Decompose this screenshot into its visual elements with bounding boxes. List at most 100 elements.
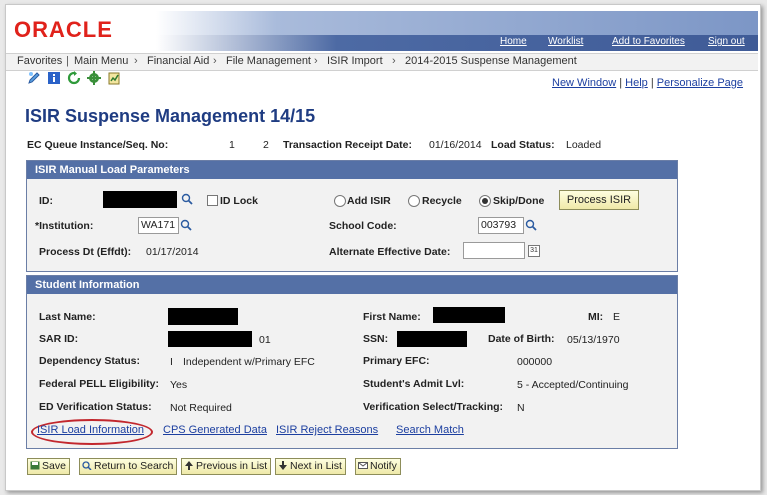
id-field-redacted[interactable]: [103, 191, 177, 208]
skip-done-radio[interactable]: [479, 195, 491, 207]
process-dt-label: Process Dt (Effdt):: [39, 246, 132, 258]
next-in-list-button[interactable]: Next in List: [275, 458, 346, 475]
alt-eff-date-label: Alternate Effective Date:: [329, 246, 451, 258]
previous-in-list-label: Previous in List: [196, 460, 268, 472]
refresh-icon[interactable]: [67, 71, 81, 85]
next-in-list-label: Next in List: [290, 460, 342, 472]
id-lock-checkbox[interactable]: [207, 195, 218, 206]
breadcrumb-isir-import[interactable]: ISIR Import: [327, 55, 383, 67]
manual-load-panel: ISIR Manual Load Parameters ID: ID Lock …: [26, 160, 678, 272]
arrow-down-icon: [279, 461, 287, 470]
last-name-redacted: [168, 308, 238, 325]
ed-verif-value: Not Required: [170, 402, 232, 414]
arrow-up-icon: [185, 461, 193, 470]
save-button[interactable]: Save: [27, 458, 70, 475]
search-icon[interactable]: [525, 219, 537, 231]
ssn-redacted: [397, 331, 467, 347]
home-link[interactable]: Home: [500, 36, 527, 47]
oracle-logo: ORACLE: [14, 17, 113, 42]
chevron-right-icon: ›: [213, 55, 217, 67]
dependency-value: Independent w/Primary EFC: [183, 356, 315, 368]
worklist-link[interactable]: Worklist: [548, 36, 583, 47]
add-to-favorites-link[interactable]: Add to Favorites: [612, 36, 685, 47]
student-info-panel: Student Information Last Name: First Nam…: [26, 275, 678, 449]
universal-nav: Home Worklist Add to Favorites Sign out: [156, 35, 758, 51]
pell-label: Federal PELL Eligibility:: [39, 378, 159, 390]
ec-queue-instance: 1: [229, 139, 235, 151]
verif-select-label: Verification Select/Tracking:: [363, 401, 504, 413]
browser-window: ORACLE Home Worklist Add to Favorites Si…: [5, 4, 761, 491]
process-dt-value: 01/17/2014: [146, 246, 199, 258]
institution-input[interactable]: WA171: [138, 217, 179, 234]
calendar-icon[interactable]: 31: [528, 245, 540, 257]
mi-value: E: [613, 311, 621, 323]
school-code-input[interactable]: 003793: [478, 217, 524, 234]
breadcrumb-financial-aid[interactable]: Financial Aid: [147, 55, 209, 67]
breadcrumb-separator: |: [66, 55, 69, 67]
pell-value: Yes: [170, 379, 188, 391]
page-title: ISIR Suspense Management 14/15: [25, 106, 316, 126]
receipt-date-label: Transaction Receipt Date:: [283, 139, 412, 151]
gear-icon[interactable]: [87, 71, 101, 85]
return-to-search-label: Return to Search: [94, 460, 174, 472]
dob-value: 05/13/1970: [567, 334, 620, 346]
previous-in-list-button[interactable]: Previous in List: [181, 458, 272, 475]
load-status-label: Load Status:: [491, 139, 555, 151]
cps-generated-data-link[interactable]: CPS Generated Data: [163, 424, 267, 436]
alt-eff-date-input[interactable]: [463, 242, 525, 259]
search-icon[interactable]: [180, 219, 192, 231]
id-lock-label: ID Lock: [220, 195, 258, 207]
dob-label: Date of Birth:: [488, 333, 555, 345]
load-status-value: Loaded: [566, 139, 602, 151]
help-link[interactable]: Help: [625, 77, 648, 89]
isir-load-information-link[interactable]: ISIR Load Information: [37, 424, 144, 436]
breadcrumb-main-menu[interactable]: Main Menu: [74, 55, 128, 67]
chevron-right-icon: ›: [392, 55, 396, 67]
skip-done-label: Skip/Done: [493, 195, 545, 207]
process-isir-button[interactable]: Process ISIR: [559, 190, 639, 210]
ec-queue-label: EC Queue Instance/Seq. No:: [27, 139, 169, 151]
dependency-code: I: [170, 356, 173, 368]
manual-load-header: ISIR Manual Load Parameters: [27, 161, 677, 179]
student-info-header: Student Information: [27, 276, 677, 294]
notify-label: Notify: [370, 460, 397, 472]
report-icon[interactable]: [107, 71, 121, 85]
primary-efc-value: 000000: [517, 356, 553, 368]
search-icon[interactable]: [181, 193, 193, 205]
notify-button[interactable]: Notify: [355, 458, 401, 475]
info-icon[interactable]: [47, 71, 61, 85]
breadcrumb-file-management[interactable]: File Management: [226, 55, 311, 67]
add-isir-radio[interactable]: [334, 195, 346, 207]
breadcrumb-favorites[interactable]: Favorites: [17, 55, 62, 67]
ed-verif-label: ED Verification Status:: [39, 401, 152, 413]
ssn-label: SSN:: [363, 333, 389, 345]
admit-lvl-label: Student's Admit Lvl:: [363, 378, 465, 390]
isir-reject-reasons-link[interactable]: ISIR Reject Reasons: [276, 424, 378, 436]
recycle-radio[interactable]: [408, 195, 420, 207]
personalize-page-link[interactable]: Personalize Page: [657, 77, 743, 89]
ec-queue-seq: 2: [263, 139, 269, 151]
search-match-link[interactable]: Search Match: [396, 424, 464, 436]
return-to-search-button[interactable]: Return to Search: [79, 458, 178, 475]
chevron-right-icon: ›: [134, 55, 138, 67]
sar-id-redacted: [168, 331, 252, 347]
verif-select-value: N: [517, 402, 525, 414]
edit-icon[interactable]: [27, 71, 41, 85]
save-label: Save: [42, 460, 66, 472]
breadcrumb: Favorites | Main Menu › Financial Aid › …: [6, 53, 758, 71]
mi-label: MI:: [588, 311, 604, 323]
id-label: ID:: [39, 195, 53, 207]
sign-out-link[interactable]: Sign out: [708, 36, 745, 47]
save-icon: [30, 461, 40, 470]
institution-label: *Institution:: [35, 220, 94, 232]
admit-lvl-value: 5 - Accepted/Continuing: [517, 379, 629, 391]
search-icon: [82, 461, 92, 470]
add-isir-label: Add ISIR: [347, 195, 391, 207]
first-name-label: First Name:: [363, 311, 421, 323]
sar-id-label: SAR ID:: [39, 333, 79, 345]
dependency-label: Dependency Status:: [39, 355, 140, 367]
primary-efc-label: Primary EFC:: [363, 355, 430, 367]
new-window-link[interactable]: New Window: [552, 77, 616, 89]
school-code-label: School Code:: [329, 220, 397, 232]
receipt-date-value: 01/16/2014: [429, 139, 482, 151]
